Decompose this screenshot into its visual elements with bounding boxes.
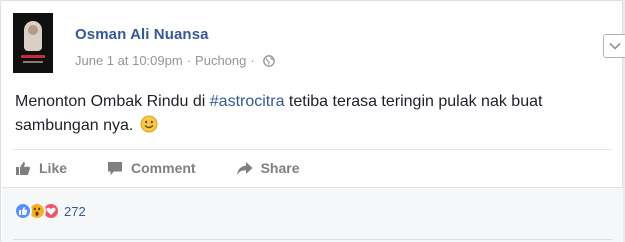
comment-label: Comment xyxy=(131,160,196,176)
like-reaction-icon xyxy=(14,202,32,220)
post-header: Osman Ali Nuansa June 1 at 10:09pm · Pucho… xyxy=(13,13,625,73)
like-label: Like xyxy=(39,160,68,176)
reactions-bar: 272 xyxy=(2,187,623,242)
post-card: Osman Ali Nuansa June 1 at 10:09pm · Pucho… xyxy=(0,0,625,242)
post-text: Menonton Ombak Rindu di #astrocitra teti… xyxy=(15,90,615,141)
action-bar: Like Comment Share xyxy=(13,150,612,186)
post-options-button[interactable] xyxy=(603,34,625,58)
reaction-count[interactable]: 272 xyxy=(64,204,86,219)
post-text-start: Menonton Ombak Rindu di xyxy=(15,93,210,110)
share-button[interactable]: Share xyxy=(236,160,300,176)
chevron-down-icon xyxy=(609,42,621,50)
meta-separator: · xyxy=(250,53,255,68)
like-icon xyxy=(16,161,30,175)
globe-icon[interactable] xyxy=(262,55,275,70)
author-name[interactable]: Osman Ali Nuansa xyxy=(75,26,209,43)
reaction-summary[interactable]: 272 xyxy=(14,202,86,220)
hashtag-link[interactable]: #astrocitra xyxy=(210,93,285,110)
share-label: Share xyxy=(260,160,300,176)
comment-icon xyxy=(108,161,123,175)
post-timestamp[interactable]: June 1 at 10:09pm xyxy=(75,53,183,68)
avatar[interactable] xyxy=(13,13,53,73)
smiley-emoji-icon xyxy=(140,115,158,141)
like-button[interactable]: Like xyxy=(15,160,67,176)
bottom-divider xyxy=(13,239,612,240)
post-location[interactable]: Puchong xyxy=(195,53,246,68)
comment-button[interactable]: Comment xyxy=(107,160,196,176)
post-meta: June 1 at 10:09pm · Puchong · xyxy=(75,53,275,70)
meta-separator: · xyxy=(186,53,192,68)
share-icon xyxy=(236,161,253,175)
